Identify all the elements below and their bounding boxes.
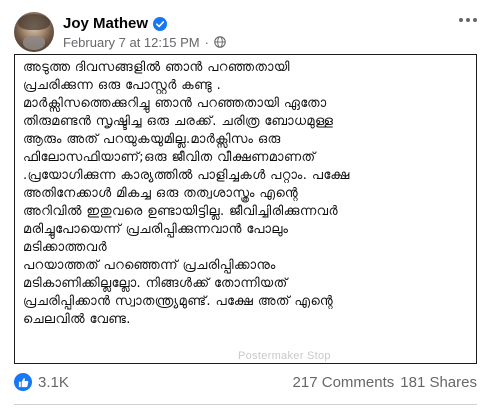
post-meta: Joy Mathew February 7 at 12:15 PM · <box>63 13 226 51</box>
globe-icon[interactable] <box>214 36 226 48</box>
post-text-line: തിരുമണ്ടൻ സൃഷ്ടിച്ച ഒരു ചരക്ക്. ചരിത്ര ബ… <box>23 114 334 129</box>
name-row: Joy Mathew <box>63 13 226 33</box>
action-divider <box>14 404 477 405</box>
share-count[interactable]: 181 Shares <box>400 374 477 391</box>
more-options-icon[interactable] <box>459 18 477 22</box>
post-text-line: പ്രചരിക്കുന്ന ഒരു പോസ്റ്റർ കണ്ടു . <box>23 78 222 93</box>
date-row: February 7 at 12:15 PM · <box>63 33 226 51</box>
facebook-post: Joy Mathew February 7 at 12:15 PM · അടുത… <box>0 0 491 417</box>
post-text-line: അതിനേക്കാൾ മികച്ച ഒരു തത്വശാസ്ത്രം എന്റെ <box>23 186 299 201</box>
post-stats-bar: 3.1K 217 Comments 181 Shares <box>14 370 477 394</box>
post-text-line: മരിച്ചുപോയെന്ന് പ്രചരിപ്പിക്കുന്നവാൻ പോല… <box>23 222 289 237</box>
more-dot <box>466 18 470 22</box>
post-text-line: മടിക്കാത്തവർ <box>23 240 108 255</box>
more-dot <box>459 18 463 22</box>
more-dot <box>473 18 477 22</box>
post-text-line: മാർക്സിസത്തെക്കുറിച്ചു ഞാൻ പറഞ്ഞതായി ഏതോ <box>23 96 327 111</box>
engagement-counts: 217 Comments 181 Shares <box>293 374 477 391</box>
post-text-line: അറിവിൽ ഇതുവരെ ഉണ്ടായിട്ടില്ല. ജീവിച്ചിരി… <box>23 204 338 219</box>
author-name[interactable]: Joy Mathew <box>63 15 148 32</box>
post-header: Joy Mathew February 7 at 12:15 PM · <box>14 12 226 52</box>
avatar-hair <box>18 14 50 30</box>
post-text-line: മടികാണിക്കില്ലല്ലോ. നിങ്ങൾക്ക് തോന്നിയത് <box>23 276 288 291</box>
post-text-line: പറയാത്തത് പറഞ്ഞെന്ന് പ്രചരിപ്പിക്കാനും <box>23 258 276 273</box>
post-text-line: ചെലവിൽ വേണ്ട. <box>23 312 131 327</box>
verified-badge-icon <box>153 16 168 31</box>
avatar-beard <box>23 36 45 50</box>
post-text-line: ഫിലോസഫിയാണ്;ഒരു ജീവിത വീക്ഷണമാണത് <box>23 150 316 165</box>
poster-watermark: Postermaker Stop <box>238 350 331 362</box>
post-text-line: പ്രചരിപ്പിക്കാൻ സ്വാതന്ത്ര്യമുണ്ട്. പക്ഷ… <box>23 294 334 309</box>
author-avatar[interactable] <box>14 12 54 52</box>
separator-dot: · <box>204 34 209 50</box>
comment-count[interactable]: 217 Comments <box>293 374 395 391</box>
post-text-line: ആരും അത് പറയുകയുമില്ല.മാർക്സിസം ഒരു <box>23 132 281 147</box>
post-text-line: അടുത്ത ദിവസങ്ങളിൽ ഞാൻ പറഞ്ഞതായി <box>23 60 290 75</box>
reaction-count[interactable]: 3.1K <box>38 374 69 391</box>
post-text-box: അടുത്ത ദിവസങ്ങളിൽ ഞാൻ പറഞ്ഞതായി പ്രചരിക്… <box>14 54 477 364</box>
post-text-line: .പ്രയോഗിക്കുന്ന കാര്യത്തിൽ പാളിച്ചകൾ പറ്… <box>23 168 350 183</box>
like-icon[interactable] <box>14 373 32 391</box>
post-timestamp[interactable]: February 7 at 12:15 PM <box>63 35 200 50</box>
